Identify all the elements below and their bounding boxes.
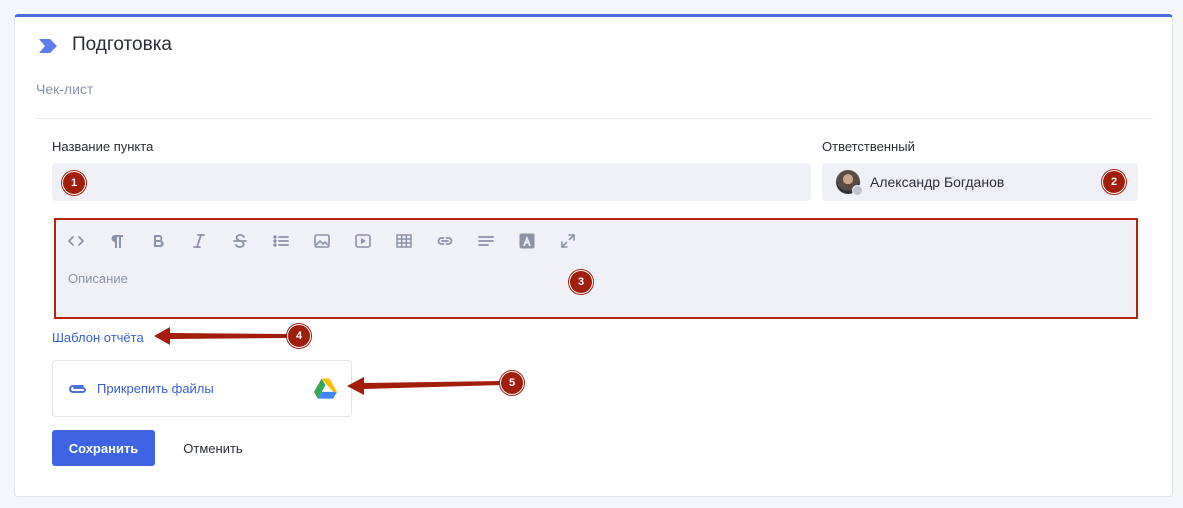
paperclip-icon <box>69 385 86 393</box>
annotation-marker-1: 1 <box>62 171 86 195</box>
attach-files-box[interactable]: Прикрепить файлы <box>52 360 352 417</box>
video-icon[interactable] <box>353 231 373 251</box>
annotation-marker-2: 2 <box>1102 170 1126 194</box>
italic-icon[interactable] <box>189 231 209 251</box>
assignee-name: Александр Богданов <box>870 174 1005 190</box>
strikethrough-icon[interactable] <box>230 231 250 251</box>
code-icon[interactable] <box>66 231 86 251</box>
annotation-marker-5: 5 <box>500 371 524 395</box>
table-icon[interactable] <box>394 231 414 251</box>
report-template-link[interactable]: Шаблон отчёта <box>52 330 144 345</box>
link-icon[interactable] <box>435 231 455 251</box>
annotation-marker-3: 3 <box>569 270 593 294</box>
image-icon[interactable] <box>312 231 332 251</box>
checklist-card: Подготовка Чек-лист Название пункта Отве… <box>14 14 1173 497</box>
attach-files-link[interactable]: Прикрепить файлы <box>97 381 214 396</box>
item-name-label: Название пункта <box>52 139 154 154</box>
assignee-label: Ответственный <box>822 139 915 154</box>
list-icon[interactable] <box>271 231 291 251</box>
text-color-icon[interactable] <box>517 231 537 251</box>
description-editor[interactable]: Описание <box>54 218 1138 319</box>
description-placeholder: Описание <box>68 271 128 286</box>
stage-chevron-icon <box>39 39 57 53</box>
google-drive-icon[interactable] <box>314 378 337 399</box>
item-name-input[interactable] <box>52 163 811 201</box>
cancel-button[interactable]: Отменить <box>173 430 253 466</box>
status-dot-icon <box>852 185 863 196</box>
checklist-tab[interactable]: Чек-лист <box>36 81 93 97</box>
align-icon[interactable] <box>476 231 496 251</box>
fullscreen-icon[interactable] <box>558 231 578 251</box>
stage-title: Подготовка <box>72 34 173 55</box>
assignee-select[interactable]: Александр Богданов <box>822 163 1138 201</box>
save-button[interactable]: Сохранить <box>52 430 155 466</box>
bold-icon[interactable] <box>148 231 168 251</box>
paragraph-icon[interactable] <box>107 231 127 251</box>
annotation-marker-4: 4 <box>287 324 311 348</box>
divider <box>36 118 1153 119</box>
